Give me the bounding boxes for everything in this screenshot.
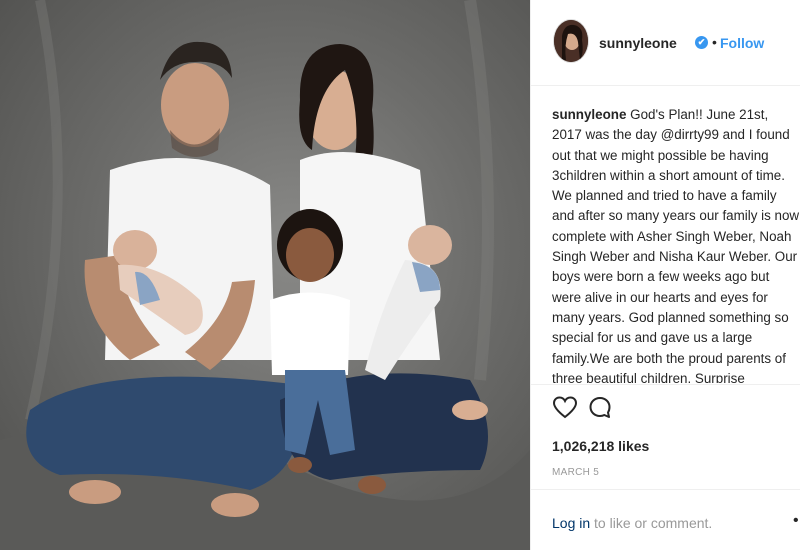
divider	[531, 384, 800, 385]
login-link[interactable]: Log in	[552, 515, 590, 531]
follow-button[interactable]: Follow	[720, 35, 764, 51]
divider	[531, 489, 800, 490]
post-header: sunnyleone ✔ • Follow	[531, 0, 800, 86]
post-side-panel: sunnyleone ✔ • Follow sunnyleone God's P…	[530, 0, 800, 550]
caption-username[interactable]: sunnyleone	[552, 107, 626, 122]
header-separator: •	[712, 34, 717, 50]
more-options-icon[interactable]: •	[793, 512, 799, 530]
login-prompt: Log in to like or comment.	[552, 515, 712, 531]
family-photo-illustration	[0, 0, 530, 550]
avatar[interactable]	[553, 19, 589, 63]
post-date: MARCH 5	[552, 467, 600, 478]
avatar-image	[554, 20, 588, 62]
heart-icon[interactable]	[552, 395, 578, 421]
post-caption: sunnyleone God's Plan!! June 21st, 2017 …	[552, 105, 800, 383]
header-username[interactable]: sunnyleone	[599, 35, 677, 51]
caption-text: God's Plan!! June 21st, 2017 was the day…	[552, 107, 800, 383]
login-prompt-text: to like or comment.	[590, 515, 713, 531]
verified-badge-icon: ✔	[695, 36, 708, 49]
post-photo[interactable]	[0, 0, 530, 550]
comment-icon[interactable]	[587, 395, 613, 421]
likes-count[interactable]: 1,026,218 likes	[552, 438, 649, 454]
